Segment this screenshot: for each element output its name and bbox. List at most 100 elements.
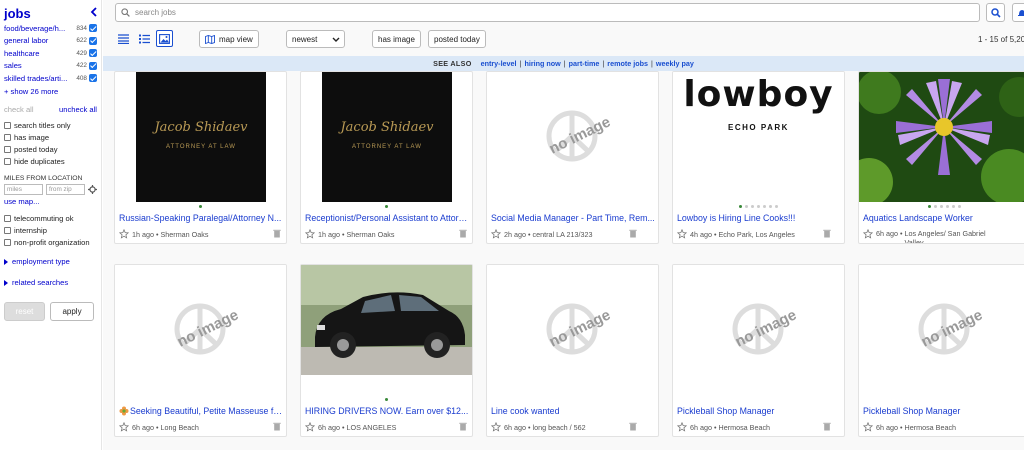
see-also-link[interactable]: part-time — [569, 59, 600, 68]
category-name[interactable]: healthcare — [4, 49, 74, 58]
option-checkbox[interactable] — [4, 239, 11, 246]
image-dot[interactable] — [763, 205, 766, 208]
employment-type-expander[interactable]: employment type — [4, 257, 97, 267]
listing-image[interactable]: Jacob Shidaev ATTORNEY AT LAW — [115, 72, 286, 202]
category-name[interactable]: general labor — [4, 36, 74, 45]
star-icon[interactable] — [677, 229, 687, 239]
image-dot[interactable] — [751, 205, 754, 208]
trash-icon[interactable] — [629, 422, 637, 431]
option-telecommuting[interactable]: telecommuting ok — [4, 213, 97, 225]
star-icon[interactable] — [491, 229, 501, 239]
trash-icon[interactable] — [459, 422, 467, 431]
listing-card[interactable]: no image Line cook wanted 6h ago • long be… — [486, 264, 659, 437]
listing-title[interactable]: Russian-Speaking Paralegal/Attorney N... — [119, 213, 283, 223]
search-input[interactable]: search jobs — [115, 3, 980, 22]
option-internship[interactable]: internship — [4, 225, 97, 237]
image-dot[interactable] — [928, 205, 931, 208]
image-dot[interactable] — [739, 205, 742, 208]
see-also-link[interactable]: hiring now — [524, 59, 560, 68]
listing-title[interactable]: Pickleball Shop Manager — [863, 406, 1024, 416]
star-icon[interactable] — [305, 422, 315, 432]
category-checkbox[interactable] — [89, 74, 97, 83]
listing-card[interactable]: lowboy ECHO PARK Lowboy is Hiring Line C… — [672, 71, 845, 244]
image-dot[interactable] — [952, 205, 955, 208]
category-name[interactable]: food/beverage/h... — [4, 24, 74, 33]
category-checkbox[interactable] — [89, 61, 97, 70]
listing-image[interactable] — [301, 265, 472, 395]
listing-image[interactable]: no image — [487, 72, 658, 202]
listing-image[interactable]: no image — [673, 265, 844, 395]
locate-icon[interactable] — [88, 185, 97, 194]
star-icon[interactable] — [119, 229, 129, 239]
option-checkbox[interactable] — [4, 215, 11, 222]
listing-image[interactable]: no image — [115, 265, 286, 395]
trash-icon[interactable] — [823, 229, 831, 238]
image-dot[interactable] — [385, 398, 388, 401]
option-checkbox[interactable] — [4, 122, 11, 129]
category-item[interactable]: general labor 622 — [4, 35, 97, 48]
check-all-link[interactable]: check all — [4, 105, 34, 114]
related-searches-expander[interactable]: related searches — [4, 278, 97, 288]
apply-button[interactable]: apply — [50, 301, 94, 321]
star-icon[interactable] — [491, 422, 501, 432]
notifications-button[interactable] — [1012, 3, 1024, 22]
listing-card[interactable]: no image Social Media Manager - Part Tim… — [486, 71, 659, 244]
category-name[interactable]: skilled trades/arti... — [4, 74, 74, 83]
image-dot[interactable] — [934, 205, 937, 208]
listing-card[interactable]: Jacob Shidaev ATTORNEY AT LAW Russian-Sp… — [114, 71, 287, 244]
listing-card[interactable]: HIRING DRIVERS NOW. Earn over $12... 6h … — [300, 264, 473, 437]
star-icon[interactable] — [677, 422, 687, 432]
listing-image[interactable]: no image — [859, 265, 1024, 395]
sort-select[interactable]: newest — [286, 30, 345, 48]
star-icon[interactable] — [305, 229, 315, 239]
map-view-button[interactable]: map view — [199, 30, 259, 48]
listing-title[interactable]: Lowboy is Hiring Line Cooks!!! — [677, 213, 841, 223]
listing-card[interactable]: no image Pickleball Shop Manager 6h ago •… — [672, 264, 845, 437]
miles-input[interactable]: miles — [4, 183, 43, 195]
list-view-button[interactable] — [115, 30, 132, 47]
category-name[interactable]: sales — [4, 61, 74, 70]
reset-button[interactable]: reset — [4, 301, 45, 321]
category-checkbox[interactable] — [89, 24, 97, 33]
listing-image[interactable] — [859, 72, 1024, 202]
listing-image[interactable]: no image — [487, 265, 658, 395]
option-has-image[interactable]: has image — [4, 132, 97, 144]
image-dot[interactable] — [946, 205, 949, 208]
trash-icon[interactable] — [823, 422, 831, 431]
option-non-profit[interactable]: non-profit organization — [4, 237, 97, 249]
image-dot[interactable] — [769, 205, 772, 208]
option-checkbox[interactable] — [4, 227, 11, 234]
trash-icon[interactable] — [459, 229, 467, 238]
category-checkbox[interactable] — [89, 36, 97, 45]
see-also-link[interactable]: weekly pay — [656, 59, 694, 68]
trash-icon[interactable] — [629, 229, 637, 238]
image-dot[interactable] — [385, 205, 388, 208]
listing-title[interactable]: Social Media Manager - Part Time, Rem... — [491, 213, 655, 223]
listing-title[interactable]: Seeking Beautiful, Petite Masseuse fo... — [130, 406, 283, 416]
thumb-view-button[interactable] — [136, 30, 153, 47]
listing-card[interactable]: no image Pickleball Shop Manager 6h ago •… — [858, 264, 1024, 437]
listing-title[interactable]: Receptionist/Personal Assistant to Attor… — [305, 213, 469, 223]
listing-title[interactable]: Pickleball Shop Manager — [677, 406, 841, 416]
category-item[interactable]: healthcare 429 — [4, 47, 97, 60]
trash-icon[interactable] — [273, 229, 281, 238]
star-icon[interactable] — [863, 422, 873, 432]
image-dot[interactable] — [958, 205, 961, 208]
show-more-link[interactable]: + show 26 more — [4, 87, 97, 99]
image-dot[interactable] — [775, 205, 778, 208]
see-also-link[interactable]: entry-level — [481, 59, 517, 68]
zip-input[interactable]: from zip — [46, 183, 85, 195]
use-map-link[interactable]: use map... — [4, 197, 97, 209]
listing-image[interactable]: Jacob Shidaev ATTORNEY AT LAW — [301, 72, 472, 202]
star-icon[interactable] — [863, 229, 873, 239]
image-dot[interactable] — [757, 205, 760, 208]
listing-image[interactable]: lowboy ECHO PARK — [673, 72, 844, 202]
option-hide-duplicates[interactable]: hide duplicates — [4, 156, 97, 168]
category-item[interactable]: food/beverage/h... 834 — [4, 22, 97, 35]
collapse-sidebar-icon[interactable] — [90, 6, 97, 20]
category-item[interactable]: sales 422 — [4, 60, 97, 73]
listing-card[interactable]: Jacob Shidaev ATTORNEY AT LAW Receptioni… — [300, 71, 473, 244]
posted-today-button[interactable]: posted today — [428, 30, 486, 48]
uncheck-all-link[interactable]: uncheck all — [59, 105, 97, 114]
option-posted-today[interactable]: posted today — [4, 144, 97, 156]
